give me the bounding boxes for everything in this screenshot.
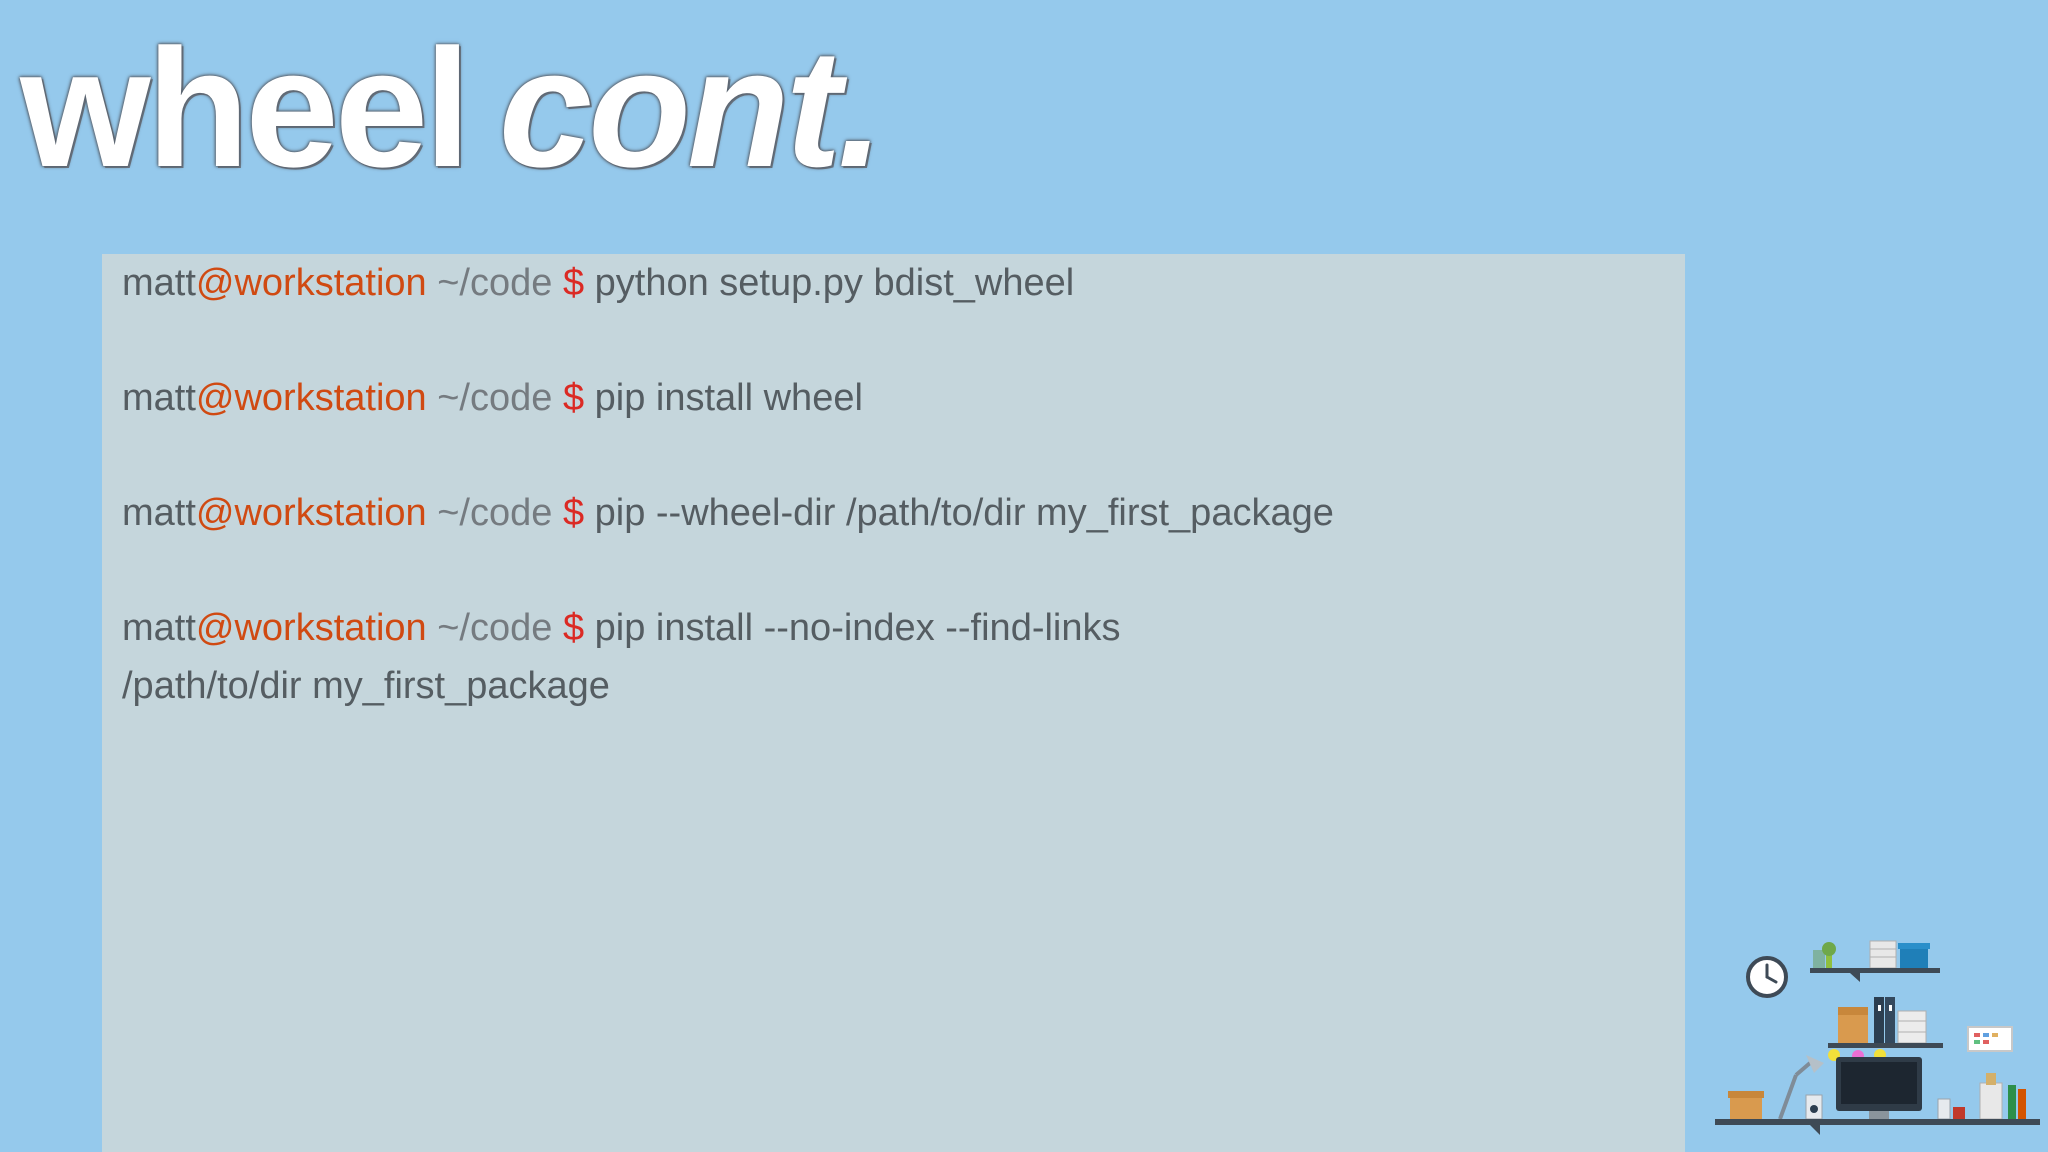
prompt-user: matt [122, 262, 196, 304]
command-text: pip install --no-index --find-links [584, 607, 1121, 649]
terminal-line-3: matt@workstation ~/code $ pip --wheel-di… [122, 484, 1334, 542]
terminal-line-2: matt@workstation ~/code $ pip install wh… [122, 369, 863, 427]
command-text: pip --wheel-dir /path/to/dir my_first_pa… [584, 492, 1334, 534]
prompt-host: @workstation [195, 607, 427, 649]
prompt-symbol: $ [562, 377, 585, 419]
terminal-panel: matt@workstation ~/code $ python setup.p… [102, 254, 1685, 1152]
prompt-path: ~/code [426, 262, 563, 304]
command-text: python setup.py bdist_wheel [584, 262, 1075, 304]
prompt-host: @workstation [195, 377, 427, 419]
prompt-host: @workstation [195, 492, 427, 534]
terminal-line-1: matt@workstation ~/code $ python setup.p… [122, 254, 1074, 312]
prompt-user: matt [122, 377, 196, 419]
prompt-path: ~/code [426, 607, 563, 649]
prompt-path: ~/code [426, 492, 563, 534]
desk-shelf-illustration [1715, 940, 2040, 1135]
monitor-icon [1836, 1057, 1922, 1119]
prompt-host: @workstation [195, 262, 427, 304]
prompt-symbol: $ [562, 262, 585, 304]
title-word-cont: cont. [498, 14, 884, 202]
prompt-user: matt [122, 492, 196, 534]
slide-title: wheel cont. [20, 8, 884, 210]
middle-shelf [1828, 997, 2013, 1062]
terminal-line-4-continuation: /path/to/dir my_first_package [122, 657, 610, 715]
prompt-symbol: $ [562, 492, 585, 534]
top-shelf [1810, 940, 1940, 982]
command-text: pip install wheel [584, 377, 863, 419]
title-word-wheel: wheel [20, 14, 471, 202]
clock-icon [1746, 956, 1788, 998]
prompt-path: ~/code [426, 377, 563, 419]
desk [1715, 1055, 2040, 1135]
prompt-user: matt [122, 607, 196, 649]
terminal-line-4: matt@workstation ~/code $ pip install --… [122, 599, 1121, 657]
prompt-symbol: $ [562, 607, 585, 649]
command-continuation: /path/to/dir my_first_package [122, 665, 610, 707]
